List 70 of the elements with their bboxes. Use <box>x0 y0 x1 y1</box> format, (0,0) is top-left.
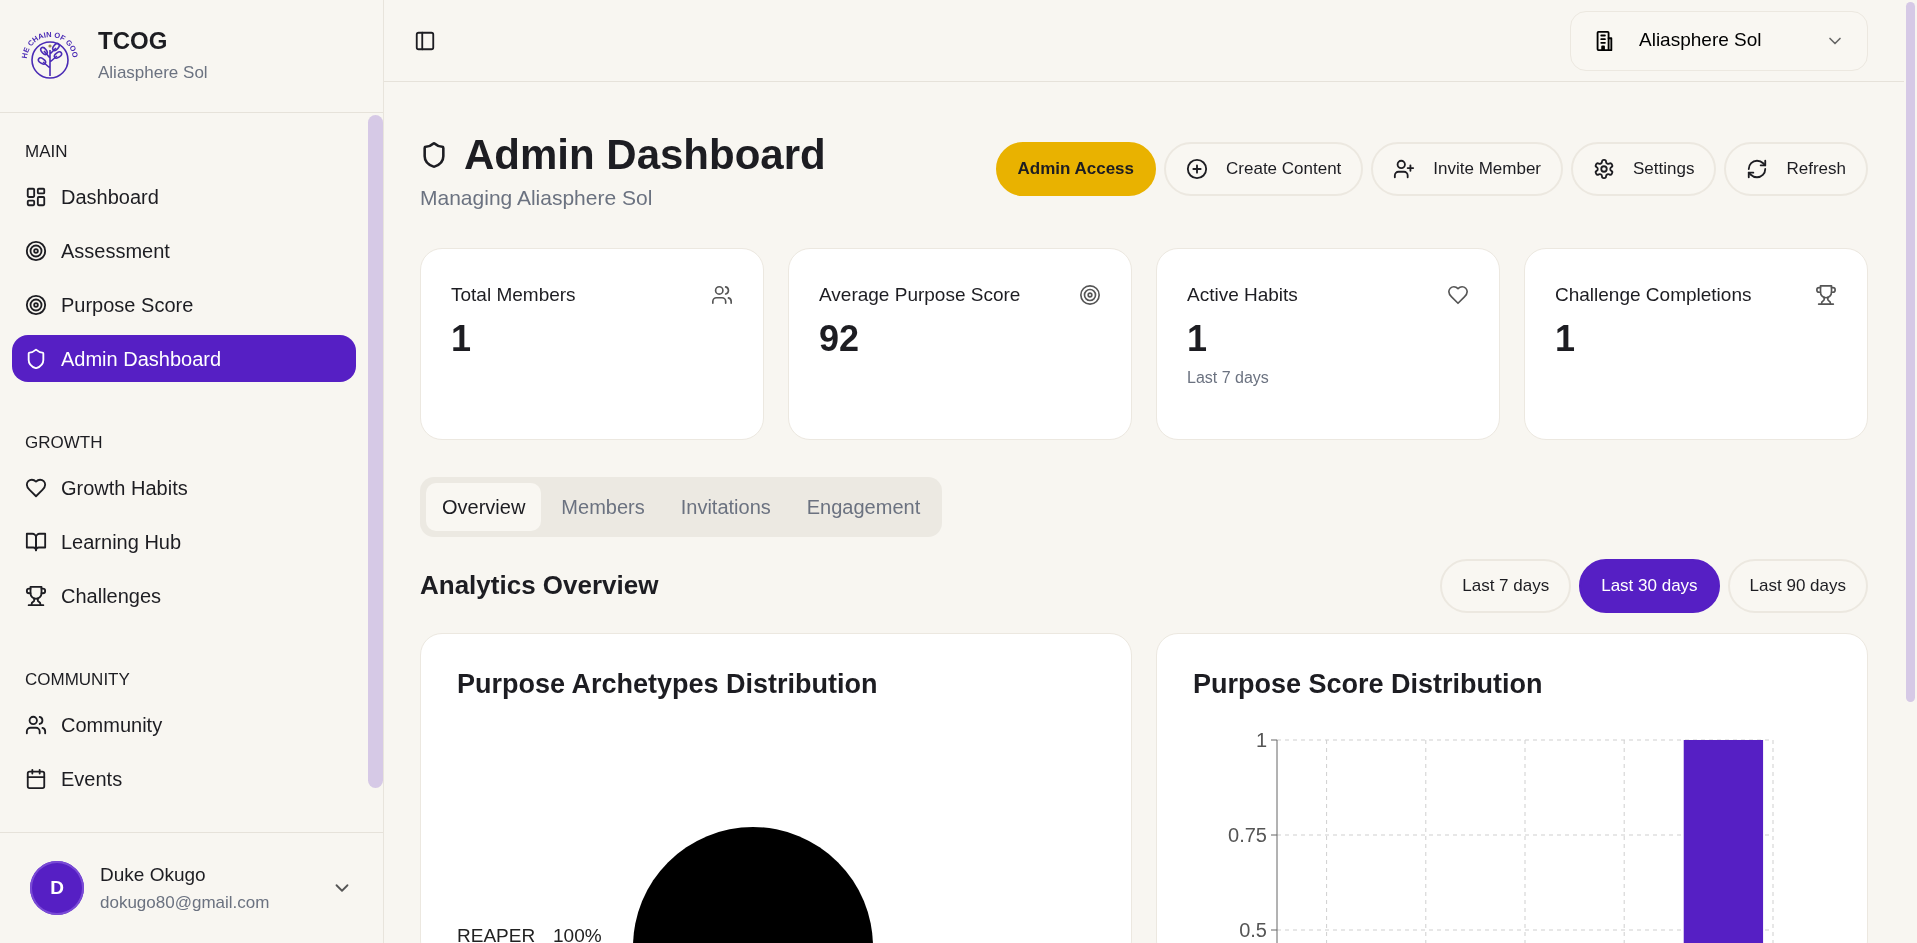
section-heading: GROWTH <box>24 432 104 450</box>
sidebar-item[interactable]: Community <box>12 701 356 748</box>
stat-label: Challenge Completions <box>1555 282 1752 307</box>
user-avatar: D <box>30 861 84 915</box>
organization-selector[interactable]: Aliasphere Sol <box>1570 10 1868 71</box>
section-heading: COMMUNITY <box>24 669 131 687</box>
user-name: Duke Okugo <box>100 863 207 887</box>
add-user-icon <box>1393 158 1416 180</box>
scrollbar-thumb[interactable] <box>368 115 383 788</box>
sidebar-toggle-icon[interactable] <box>414 29 436 52</box>
page-subtitle: Managing Aliasphere Sol <box>420 185 654 212</box>
sidebar-item[interactable]: Admin Dashboard <box>12 335 356 382</box>
slice-label: REAPER <box>457 925 536 943</box>
sidebar-item[interactable]: Growth Habits <box>12 464 356 511</box>
refresh-icon <box>1746 158 1769 180</box>
plus-circle-icon <box>1186 158 1209 180</box>
section-heading: MAIN <box>24 141 69 159</box>
range-button[interactable]: Last 7 days <box>1440 558 1572 613</box>
header-button[interactable]: Create Content <box>1164 142 1364 196</box>
user-email: dokugo80@gmail.com <box>100 891 271 914</box>
tab[interactable]: Invitations <box>664 482 787 531</box>
stat-label: Average Purpose Score <box>819 282 1021 307</box>
settings-icon <box>1593 158 1616 180</box>
tab[interactable]: Members <box>545 482 661 531</box>
sidebar-item[interactable]: Dashboard <box>12 173 356 220</box>
grid-icon <box>25 185 47 208</box>
stat-value: 1 <box>1187 317 1209 361</box>
stat-label: Total Members <box>451 282 576 307</box>
axis-tick-label: 0.75 <box>1228 824 1267 847</box>
calendar-icon <box>25 767 47 790</box>
stat-note: Last 7 days <box>1187 368 1270 389</box>
brand-title: TCOG <box>98 26 169 56</box>
stat-value: 1 <box>1555 317 1577 361</box>
sidebar-item[interactable]: Learning Hub <box>12 518 356 565</box>
sidebar-item[interactable]: Assessment <box>12 227 356 274</box>
header-button[interactable]: Settings <box>1571 142 1717 196</box>
stat-value: 1 <box>451 317 473 361</box>
slice-value: 100% <box>553 925 602 943</box>
target-icon <box>25 239 47 262</box>
people-icon <box>711 283 733 306</box>
stat-value: 92 <box>819 317 861 361</box>
sidebar-item[interactable]: Challenges <box>12 572 356 619</box>
header-button[interactable]: Refresh <box>1724 142 1868 196</box>
range-button[interactable]: Last 30 days <box>1579 558 1720 613</box>
sidebar-item[interactable]: Events <box>12 755 356 802</box>
axis-tick-label: 0.5 <box>1239 919 1267 942</box>
section-title: Analytics Overview <box>420 570 659 602</box>
stat-label: Active Habits <box>1187 282 1298 307</box>
trophy-icon <box>1815 283 1837 306</box>
range-button[interactable]: Last 90 days <box>1727 558 1868 613</box>
chart-title: Purpose Score Distribution <box>1193 667 1544 701</box>
tab[interactable]: Overview <box>426 482 542 531</box>
header-button[interactable]: Invite Member <box>1371 142 1564 196</box>
brand-subtitle: Aliasphere Sol <box>98 61 208 84</box>
scrollbar-thumb[interactable] <box>1906 2 1915 702</box>
axis-tick-label: 1 <box>1255 729 1267 752</box>
sidebar-item[interactable]: Purpose Score <box>12 281 356 328</box>
target-icon <box>1079 283 1101 306</box>
chart-title: Purpose Archetypes Distribution <box>457 667 879 701</box>
heart-icon <box>25 476 47 499</box>
page-title: Admin Dashboard <box>464 132 826 179</box>
shield-icon <box>420 141 448 170</box>
heart-icon <box>1447 283 1469 306</box>
target-icon <box>25 293 47 316</box>
book-icon <box>25 530 47 553</box>
trophy-icon <box>25 584 47 607</box>
people-icon <box>25 713 47 736</box>
header-button[interactable]: Admin Access <box>995 142 1157 196</box>
shield-icon <box>25 347 47 370</box>
tab[interactable]: Engagement <box>790 482 937 531</box>
